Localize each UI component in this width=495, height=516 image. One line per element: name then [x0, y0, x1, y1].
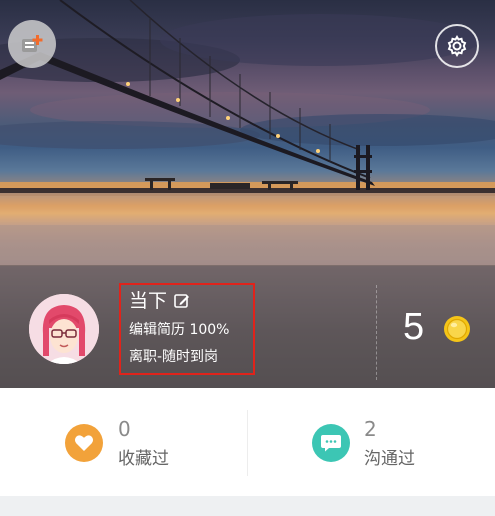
favorites-count[interactable]: 0: [118, 418, 131, 440]
heart-icon: [74, 435, 94, 451]
settings-button[interactable]: [435, 24, 479, 68]
favorites-icon-circle[interactable]: [65, 424, 103, 462]
header-divider: [376, 285, 377, 380]
resume-completion-text[interactable]: 编辑简历 100%: [129, 321, 229, 339]
avatar[interactable]: [29, 294, 99, 364]
profile-name: 当下: [129, 290, 168, 312]
contacted-label[interactable]: 沟通过: [364, 449, 415, 469]
contacted-icon-circle[interactable]: [312, 424, 350, 462]
settings-gear-icon: [447, 35, 467, 57]
edit-pencil-icon[interactable]: [173, 292, 191, 310]
profile-name-row[interactable]: 当下: [129, 290, 191, 312]
profile-page: 当下 编辑简历 100% 离职-随时到岗 5 0 收藏过 2 沟通过: [0, 0, 495, 516]
switch-identity-icon: [22, 35, 43, 52]
coin-count[interactable]: 5: [403, 305, 424, 349]
contacted-count[interactable]: 2: [364, 418, 377, 440]
chat-bubble-icon: [321, 435, 341, 452]
favorites-label[interactable]: 收藏过: [118, 449, 169, 469]
avatar-cartoon-girl: [29, 294, 99, 364]
stats-divider: [247, 410, 248, 476]
gold-coin-icon[interactable]: [443, 315, 471, 343]
bottom-background-band: [0, 496, 495, 516]
job-status-text[interactable]: 离职-随时到岗: [129, 348, 218, 366]
switch-identity-button[interactable]: [8, 20, 56, 68]
